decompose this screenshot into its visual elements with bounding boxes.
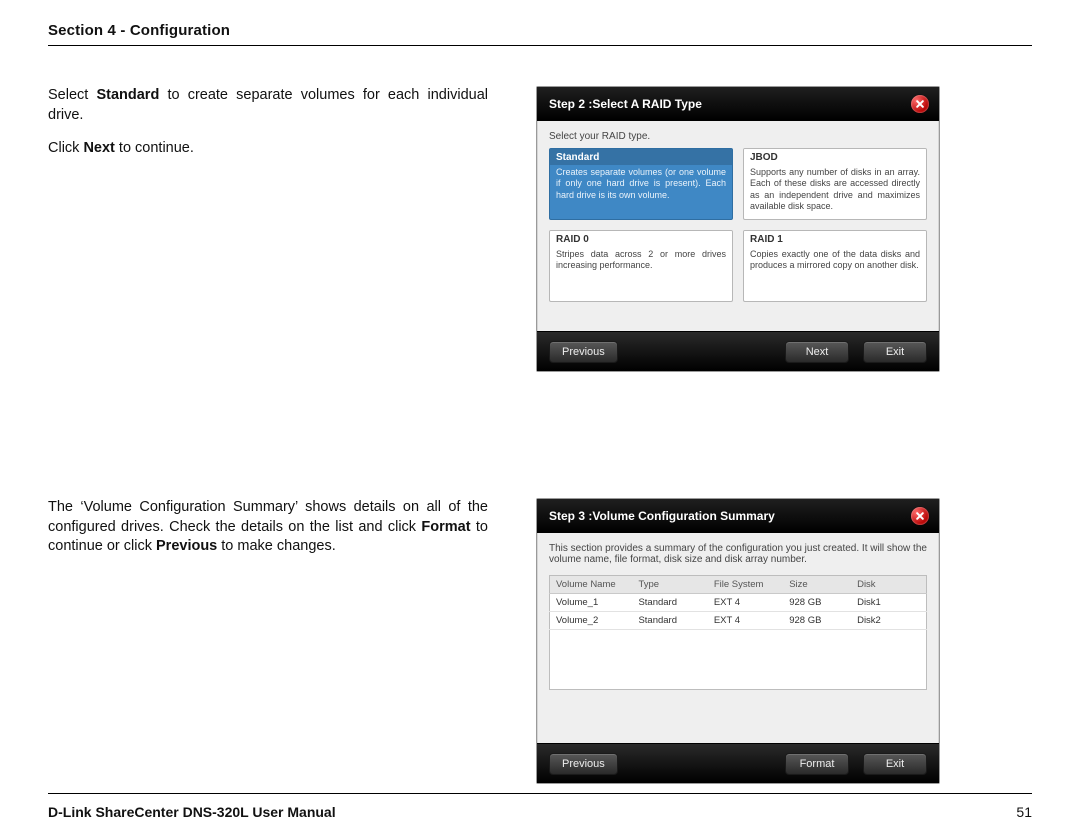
cell-type: Standard	[632, 612, 707, 630]
card-desc: Creates separate volumes (or one volume …	[550, 165, 732, 207]
footer-manual-title: D-Link ShareCenter DNS-320L User Manual	[48, 804, 336, 820]
footer-page-number: 51	[1016, 804, 1032, 820]
previous-button[interactable]: Previous	[549, 753, 618, 775]
raid-option-standard[interactable]: Standard Creates separate volumes (or on…	[549, 148, 733, 220]
col-file-system: File System	[708, 576, 783, 594]
exit-button[interactable]: Exit	[863, 753, 927, 775]
wizard-body: Select your RAID type. Standard Creates …	[537, 121, 939, 331]
wizard-titlebar: Step 2 :Select A RAID Type	[537, 87, 939, 121]
close-icon[interactable]	[911, 95, 929, 113]
card-desc: Copies exactly one of the data disks and…	[744, 247, 926, 278]
wizard-title: Step 2 :Select A RAID Type	[549, 97, 702, 111]
text-bold-previous: Previous	[156, 538, 217, 554]
wizard-step2: Step 2 :Select A RAID Type Select your R…	[536, 86, 940, 372]
text-bold-next: Next	[83, 140, 114, 156]
cell-disk: Disk1	[851, 594, 926, 612]
table-row[interactable]: Volume_2 Standard EXT 4 928 GB Disk2	[550, 612, 927, 630]
text-bold-format: Format	[421, 519, 470, 535]
close-icon[interactable]	[911, 507, 929, 525]
exit-button[interactable]: Exit	[863, 341, 927, 363]
col-size: Size	[783, 576, 851, 594]
raid-option-raid0[interactable]: RAID 0 Stripes data across 2 or more dri…	[549, 230, 733, 302]
cell-size: 928 GB	[783, 612, 851, 630]
wizard-title: Step 3 :Volume Configuration Summary	[549, 509, 775, 523]
wizard-body: This section provides a summary of the c…	[537, 533, 939, 743]
wizard-instruction: Select your RAID type.	[549, 131, 927, 142]
wizard-button-bar: Previous Format Exit	[537, 743, 939, 783]
table-row[interactable]: Volume_1 Standard EXT 4 928 GB Disk1	[550, 594, 927, 612]
previous-button[interactable]: Previous	[549, 341, 618, 363]
card-title: Standard	[550, 149, 732, 165]
text: Select	[48, 87, 96, 103]
cell-size: 928 GB	[783, 594, 851, 612]
step2-prose: Select Standard to create separate volum…	[48, 86, 488, 159]
table-header-row: Volume Name Type File System Size Disk	[550, 576, 927, 594]
table-blank-area	[550, 630, 927, 690]
step3-prose: The ‘Volume Configuration Summary’ shows…	[48, 498, 488, 557]
col-disk: Disk	[851, 576, 926, 594]
wizard-button-bar: Previous Next Exit	[537, 331, 939, 371]
cell-type: Standard	[632, 594, 707, 612]
card-title: RAID 1	[744, 231, 926, 247]
section-header: Section 4 - Configuration	[48, 22, 1032, 46]
summary-table: Volume Name Type File System Size Disk V…	[549, 575, 927, 690]
text-bold-standard: Standard	[96, 87, 159, 103]
text: to make changes.	[217, 538, 336, 554]
cell-fs: EXT 4	[708, 612, 783, 630]
format-button[interactable]: Format	[785, 753, 849, 775]
text: to continue.	[115, 140, 194, 156]
text: Click	[48, 140, 83, 156]
col-volume-name: Volume Name	[550, 576, 633, 594]
footer-rule	[48, 793, 1032, 794]
cell-volume-name: Volume_1	[550, 594, 633, 612]
wizard-instruction: This section provides a summary of the c…	[549, 543, 927, 565]
raid-option-jbod[interactable]: JBOD Supports any number of disks in an …	[743, 148, 927, 220]
cell-disk: Disk2	[851, 612, 926, 630]
card-desc: Stripes data across 2 or more drives inc…	[550, 247, 732, 278]
col-type: Type	[632, 576, 707, 594]
cell-volume-name: Volume_2	[550, 612, 633, 630]
card-desc: Supports any number of disks in an array…	[744, 165, 926, 218]
card-title: RAID 0	[550, 231, 732, 247]
cell-fs: EXT 4	[708, 594, 783, 612]
raid-option-raid1[interactable]: RAID 1 Copies exactly one of the data di…	[743, 230, 927, 302]
wizard-titlebar: Step 3 :Volume Configuration Summary	[537, 499, 939, 533]
next-button[interactable]: Next	[785, 341, 849, 363]
wizard-step3: Step 3 :Volume Configuration Summary Thi…	[536, 498, 940, 784]
card-title: JBOD	[744, 149, 926, 165]
